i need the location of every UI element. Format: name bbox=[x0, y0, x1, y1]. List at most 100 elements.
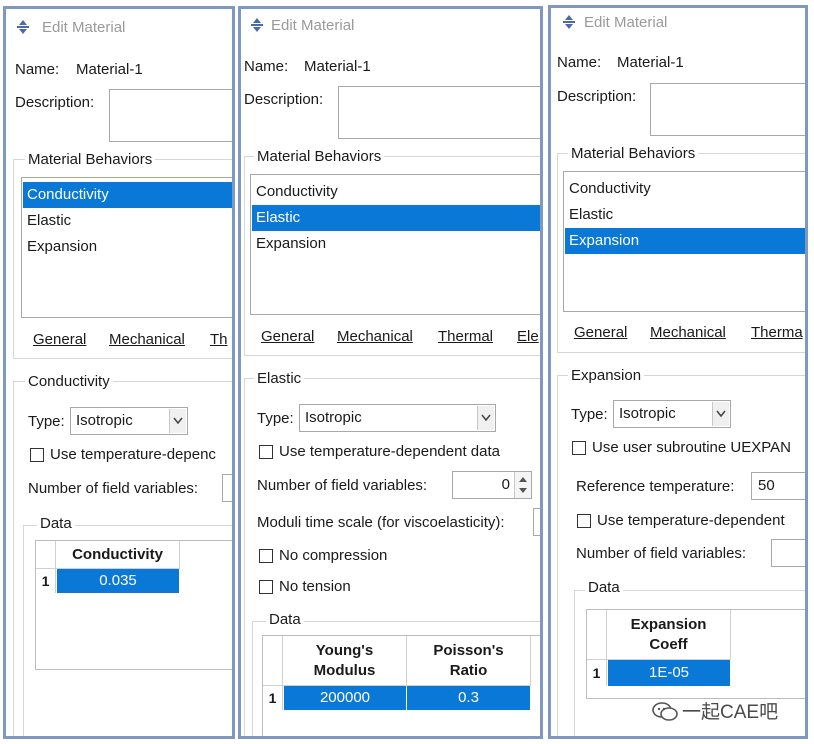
field-vars-spinner[interactable]: 0 bbox=[452, 471, 532, 499]
edit-material-panel-expansion: Edit Material Name: Material-1 Descripti… bbox=[548, 5, 808, 739]
behavior-elastic[interactable]: Elastic bbox=[252, 205, 540, 231]
column-header-poissons-ratio[interactable]: Poisson's Ratio bbox=[407, 636, 531, 686]
data-title: Data bbox=[585, 579, 623, 596]
tab-thermal-label: Th bbox=[210, 331, 228, 348]
move-arrows-icon bbox=[563, 15, 575, 29]
field-vars-input[interactable] bbox=[222, 474, 232, 502]
tab-mechanical-label: Mechanical bbox=[337, 328, 413, 345]
section-title: Expansion bbox=[568, 367, 645, 384]
tab-general[interactable]: General bbox=[33, 331, 86, 348]
move-arrows-icon bbox=[17, 20, 29, 34]
type-label: Type: bbox=[571, 406, 608, 423]
row-header[interactable]: 1 bbox=[36, 569, 56, 593]
window-title: Edit Material bbox=[42, 19, 126, 36]
name-label: Name: bbox=[244, 58, 289, 75]
tab-general[interactable]: General bbox=[261, 328, 314, 345]
row-header[interactable]: 1 bbox=[263, 686, 283, 710]
user-subroutine-checkbox[interactable] bbox=[572, 441, 586, 455]
tab-mechanical[interactable]: Mechanical bbox=[650, 324, 726, 341]
tab-general-label: General bbox=[574, 324, 628, 341]
edit-material-panel-elastic: Edit Material Name: Material-1 Descripti… bbox=[238, 6, 543, 739]
chevron-down-icon[interactable] bbox=[169, 409, 186, 433]
table-cell-conductivity[interactable]: 0.035 bbox=[57, 569, 180, 593]
behavior-elastic[interactable]: Elastic bbox=[565, 202, 805, 228]
behavior-conductivity[interactable]: Conductivity bbox=[252, 179, 540, 205]
reference-temperature-value: 50 bbox=[758, 477, 775, 494]
type-value: Isotropic bbox=[305, 409, 362, 426]
watermark-text: 一起CAE吧 bbox=[682, 702, 779, 723]
behaviors-list[interactable]: Conductivity Elastic Expansion bbox=[250, 174, 540, 315]
temp-dependent-checkbox[interactable] bbox=[577, 514, 591, 528]
behavior-elastic[interactable]: Elastic bbox=[23, 208, 232, 234]
tab-general[interactable]: General bbox=[574, 324, 627, 341]
tab-general-label: General bbox=[261, 328, 315, 345]
behavior-conductivity[interactable]: Conductivity bbox=[565, 176, 805, 202]
table-corner bbox=[587, 610, 607, 660]
behavior-expansion[interactable]: Expansion bbox=[565, 228, 805, 254]
name-label: Name: bbox=[15, 61, 60, 78]
tab-mechanical[interactable]: Mechanical bbox=[337, 328, 413, 345]
spin-down-icon[interactable] bbox=[519, 488, 527, 493]
reference-temperature-label: Reference temperature: bbox=[576, 478, 735, 495]
behaviors-list[interactable]: Conductivity Elastic Expansion bbox=[21, 177, 232, 318]
watermark: 一起CAE吧 bbox=[652, 697, 778, 724]
temp-dependent-checkbox[interactable] bbox=[259, 445, 273, 459]
tab-electrical[interactable]: Ele bbox=[517, 328, 539, 345]
field-vars-label: Number of field variables: bbox=[28, 480, 199, 497]
column-header-youngs-modulus[interactable]: Young's Modulus bbox=[283, 636, 407, 686]
reference-temperature-input[interactable]: 50 bbox=[751, 472, 805, 500]
moduli-time-scale-label: Moduli time scale (for viscoelasticity): bbox=[257, 514, 505, 531]
temp-dependent-label: Use temperature-dependent bbox=[597, 512, 785, 529]
tab-mechanical[interactable]: Mechanical bbox=[109, 331, 185, 348]
chevron-down-icon[interactable] bbox=[477, 406, 494, 430]
temp-dependent-checkbox[interactable] bbox=[30, 448, 44, 462]
table-cell-expansion-coeff[interactable]: 1E-05 bbox=[608, 660, 731, 686]
data-table[interactable]: Young's Modulus Poisson's Ratio 1 200000… bbox=[262, 635, 540, 736]
temp-dependent-label: Use temperature-depenc bbox=[50, 446, 216, 463]
name-value: Material-1 bbox=[76, 61, 143, 78]
tab-electrical-label: Ele bbox=[517, 328, 539, 345]
tab-thermal[interactable]: Therma bbox=[751, 324, 803, 341]
field-vars-input[interactable] bbox=[771, 539, 805, 567]
description-label: Description: bbox=[244, 91, 324, 108]
tab-thermal-label: Thermal bbox=[438, 328, 494, 345]
type-combo[interactable]: Isotropic bbox=[299, 404, 496, 432]
no-tension-checkbox[interactable] bbox=[259, 580, 273, 594]
edit-material-panel-conductivity: Edit Material Name: Material-1 Descripti… bbox=[3, 6, 235, 739]
type-combo[interactable]: Isotropic bbox=[613, 400, 731, 428]
moduli-time-scale-combo[interactable] bbox=[533, 508, 540, 536]
data-table[interactable]: Conductivity 1 0.035 bbox=[35, 540, 232, 670]
description-label: Description: bbox=[557, 88, 637, 105]
table-cell-poissons-ratio[interactable]: 0.3 bbox=[407, 686, 531, 710]
name-value: Material-1 bbox=[617, 54, 684, 71]
name-label: Name: bbox=[557, 54, 602, 71]
behavior-conductivity[interactable]: Conductivity bbox=[23, 182, 232, 208]
no-compression-checkbox[interactable] bbox=[259, 549, 273, 563]
data-title: Data bbox=[266, 611, 304, 628]
spinner-arrows[interactable] bbox=[514, 472, 531, 498]
type-value: Isotropic bbox=[619, 405, 676, 422]
name-value: Material-1 bbox=[304, 58, 371, 75]
tab-thermal[interactable]: Th bbox=[210, 331, 228, 348]
type-label: Type: bbox=[28, 413, 65, 430]
chevron-down-icon[interactable] bbox=[712, 402, 729, 426]
material-behaviors-title: Material Behaviors bbox=[254, 148, 385, 165]
row-header[interactable]: 1 bbox=[587, 660, 607, 686]
data-table[interactable]: Expansion Coeff 1 1E-05 bbox=[586, 609, 805, 699]
field-vars-label: Number of field variables: bbox=[257, 477, 428, 494]
table-cell-youngs-modulus[interactable]: 200000 bbox=[284, 686, 407, 710]
tab-mechanical-label: Mechanical bbox=[650, 324, 726, 341]
spin-up-icon[interactable] bbox=[519, 477, 527, 482]
description-input[interactable] bbox=[338, 86, 540, 139]
behavior-expansion[interactable]: Expansion bbox=[23, 234, 232, 260]
section-title: Conductivity bbox=[25, 373, 113, 390]
column-header-conductivity[interactable]: Conductivity bbox=[56, 541, 180, 569]
description-input[interactable] bbox=[650, 83, 805, 136]
type-combo[interactable]: Isotropic bbox=[70, 407, 188, 435]
description-input[interactable] bbox=[109, 89, 232, 142]
tab-thermal[interactable]: Thermal bbox=[438, 328, 493, 345]
behavior-expansion[interactable]: Expansion bbox=[252, 231, 540, 257]
section-title: Elastic bbox=[254, 370, 305, 387]
column-header-expansion-coeff[interactable]: Expansion Coeff bbox=[607, 610, 731, 660]
behaviors-list[interactable]: Conductivity Elastic Expansion bbox=[563, 171, 805, 312]
